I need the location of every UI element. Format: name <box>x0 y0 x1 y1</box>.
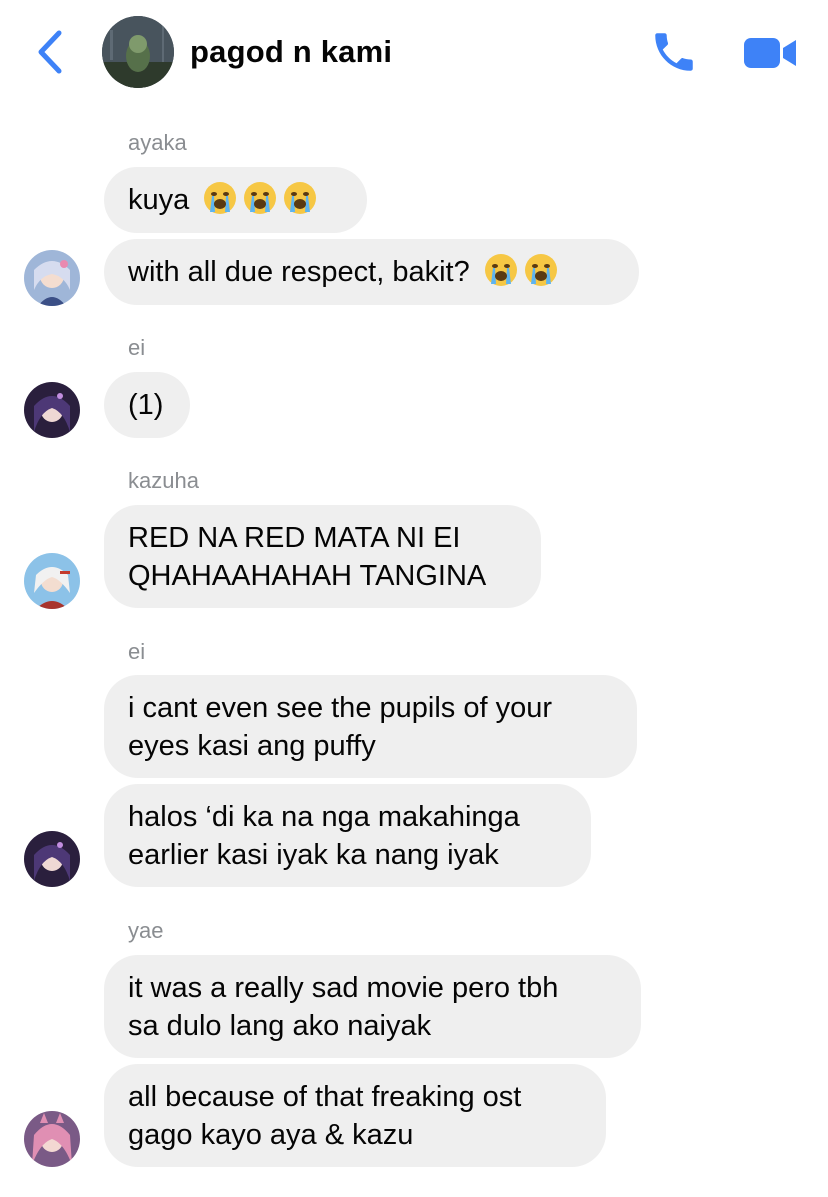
video-camera-icon <box>744 38 796 68</box>
avatar-image <box>24 1111 80 1167</box>
chevron-left-icon <box>38 30 62 74</box>
message-text-line: it was a really sad movie pero tbh <box>128 971 559 1004</box>
loudly-crying-emoji-icon <box>284 182 317 214</box>
video-call-button[interactable] <box>738 30 802 76</box>
avatar-image <box>24 382 80 438</box>
message-text-line: all because of that freaking ost <box>128 1080 522 1113</box>
avatar-yae[interactable] <box>24 1111 80 1167</box>
sender-name-ayaka: ayaka <box>128 130 187 155</box>
phone-icon <box>655 33 693 71</box>
chat-title[interactable]: pagod n kami <box>190 30 392 74</box>
sender-name-ei: ei <box>128 639 146 664</box>
avatar-image <box>24 553 80 609</box>
avatar-kazuha[interactable] <box>24 553 80 609</box>
avatar-ei[interactable] <box>24 831 80 887</box>
group-photo <box>102 16 174 88</box>
message-text-line: i cant even see the pupils of your <box>128 691 552 724</box>
voice-call-button[interactable] <box>646 26 702 78</box>
message-bubble[interactable]: kuya <box>104 167 367 233</box>
avatar-ayaka[interactable] <box>24 250 80 306</box>
message-bubble[interactable]: (1) <box>104 372 190 438</box>
sender-name-kazuha: kazuha <box>128 468 199 493</box>
loudly-crying-emoji-icon <box>484 254 517 286</box>
message-bubble[interactable]: RED NA RED MATA NI EI QHAHAAHAHAH TANGIN… <box>104 505 541 608</box>
message-text-line: eyes kasi ang puffy <box>128 729 376 762</box>
message-bubble[interactable]: with all due respect, bakit? <box>104 239 639 305</box>
back-button[interactable] <box>30 26 70 78</box>
message-bubble[interactable]: it was a really sad movie pero tbh sa du… <box>104 955 641 1058</box>
message-text-line: earlier kasi iyak ka nang iyak <box>128 838 499 871</box>
message-text: with all due respect, bakit? <box>128 256 470 288</box>
message-text-line: gago kayo aya & kazu <box>128 1118 414 1151</box>
avatar-image <box>24 250 80 306</box>
message-text-row: with all due respect, bakit? <box>128 253 615 291</box>
loudly-crying-emoji-icon <box>244 182 277 214</box>
message-text-line: QHAHAAHAHAH TANGINA <box>128 559 487 592</box>
chat-header: pagod n kami <box>0 0 828 104</box>
message-bubble[interactable]: i cant even see the pupils of your eyes … <box>104 675 637 778</box>
message-text: (1) <box>128 389 164 421</box>
sender-name-ei: ei <box>128 335 146 360</box>
message-text-line: sa dulo lang ako naiyak <box>128 1009 432 1042</box>
group-avatar[interactable] <box>102 16 174 88</box>
message-bubble[interactable]: all because of that freaking ost gago ka… <box>104 1064 606 1167</box>
loudly-crying-emoji-icon <box>524 254 557 286</box>
avatar-image <box>24 831 80 887</box>
avatar-ei[interactable] <box>24 382 80 438</box>
message-text-line: RED NA RED MATA NI EI <box>128 521 461 554</box>
loudly-crying-emoji-icon <box>204 182 237 214</box>
message-bubble[interactable]: halos ‘di ka na nga makahinga earlier ka… <box>104 784 591 887</box>
message-text: kuya <box>128 184 190 216</box>
sender-name-yae: yae <box>128 918 164 943</box>
message-text-line: halos ‘di ka na nga makahinga <box>128 800 520 833</box>
message-text-row: kuya <box>128 181 343 219</box>
